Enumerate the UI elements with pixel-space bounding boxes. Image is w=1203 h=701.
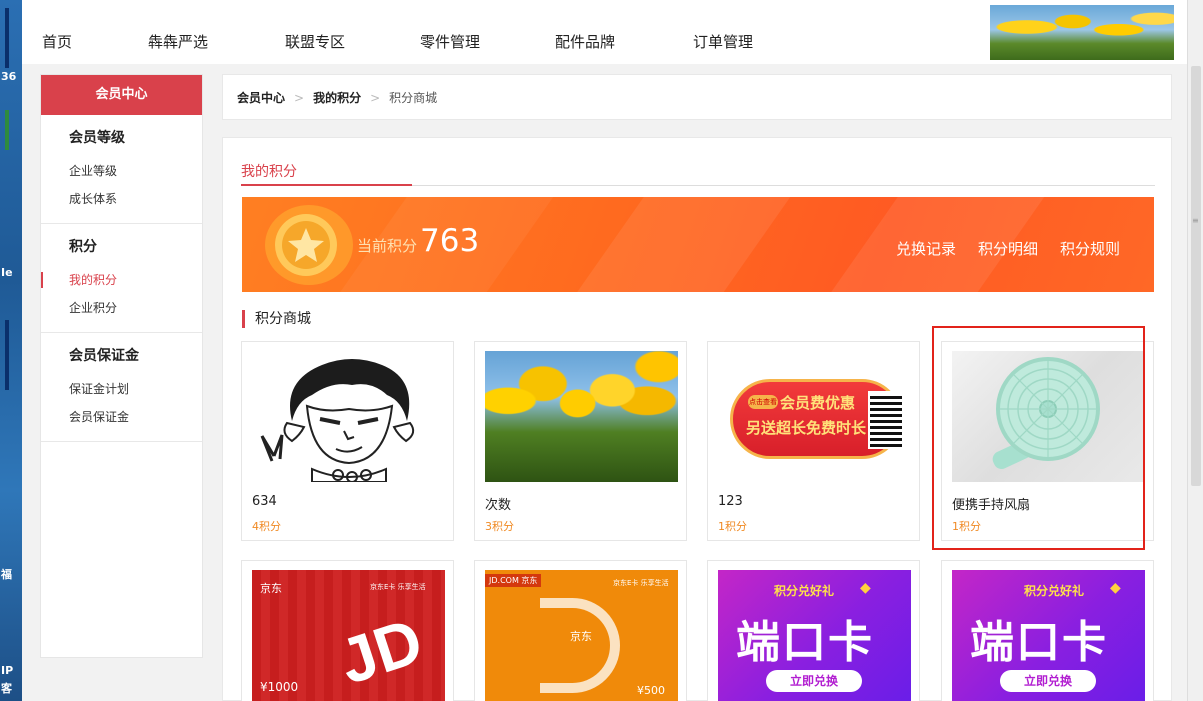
nav-benben-selection[interactable]: 犇犇严选	[148, 31, 208, 52]
breadcrumb: 会员中心 > 我的积分 > 积分商城	[222, 74, 1172, 120]
product-card[interactable]: 次数 3积分	[474, 341, 687, 541]
coupon-line-2: 另送超长免费时长	[746, 419, 867, 437]
jd-card-corner: 京东E卡 乐享生活	[370, 583, 426, 591]
product-card[interactable]: 积分兑好礼 ◆ 端口卡 立即兑换	[941, 560, 1154, 701]
sidebar-header: 会员中心	[41, 75, 202, 115]
cartoon-boy-image	[260, 359, 415, 482]
nav-parts-management[interactable]: 零件管理	[420, 31, 480, 52]
port-card-button: 立即兑换	[766, 670, 862, 692]
nav-alliance-zone[interactable]: 联盟专区	[285, 31, 345, 52]
sidebar-item-growth-system[interactable]: 成长体系	[41, 185, 202, 213]
product-image-port-card: 积分兑好礼 ◆ 端口卡 立即兑换	[718, 570, 911, 701]
jd-card-corner: 京东E卡 乐享生活	[613, 579, 669, 587]
desktop-icon-label: 36	[1, 70, 17, 83]
desktop-icon-label: IP	[1, 664, 14, 677]
breadcrumb-separator-icon: >	[294, 91, 305, 105]
sidebar-group-member-level: 会员等级 企业等级 成长体系	[41, 115, 202, 224]
diamond-icon: ◆	[1110, 580, 1121, 596]
scrollbar-grip-icon: ≡	[1192, 216, 1199, 225]
port-card-main: 端口卡	[736, 617, 874, 668]
product-card[interactable]: 634 4积分	[241, 341, 454, 541]
sidebar-item-member-deposit[interactable]: 会员保证金	[41, 403, 202, 431]
product-points-price: 1积分	[718, 520, 747, 533]
product-image-coupon: 点击查看 会员费优惠 另送超长免费时长	[718, 351, 911, 482]
desktop-icon-label: 福	[1, 568, 12, 581]
nav-home[interactable]: 首页	[42, 31, 72, 52]
points-mall-title: 积分商城	[242, 310, 311, 328]
sidebar-item-deposit-plan[interactable]: 保证金计划	[41, 375, 202, 403]
nav-accessory-brands[interactable]: 配件品牌	[555, 31, 615, 52]
qr-code-icon	[868, 391, 904, 449]
jd-d-shape	[540, 598, 620, 693]
product-image-jd-red-card: 京东 京东E卡 乐享生活 JD ¥1000	[252, 570, 445, 701]
sidebar-group-title: 会员保证金	[69, 348, 139, 364]
tab-my-points[interactable]: 我的积分	[241, 161, 412, 186]
breadcrumb-member-center[interactable]: 会员中心	[237, 91, 285, 105]
product-name: 次数	[485, 498, 512, 513]
product-card[interactable]: 京东 京东E卡 乐享生活 JD ¥1000	[241, 560, 454, 701]
sidebar-group-title: 会员等级	[69, 130, 125, 146]
port-card-top: 积分兑好礼	[774, 584, 835, 598]
product-image-jd-orange-card: JD.COM 京东 京东E卡 乐享生活 京东 ¥500	[485, 570, 678, 701]
desktop-icon-label: 客	[1, 682, 12, 695]
port-card-top: 积分兑好礼	[1024, 584, 1085, 598]
medal-star-icon	[265, 205, 353, 285]
product-image-cartoon	[252, 351, 445, 482]
handheld-fan-image	[992, 357, 1100, 469]
jd-card-center-text: 京东	[570, 630, 592, 643]
breadcrumb-points-mall: 积分商城	[389, 91, 438, 105]
product-card[interactable]: 点击查看 会员费优惠 另送超长免费时长 123 1积分	[707, 341, 920, 541]
product-image-port-card: 积分兑好礼 ◆ 端口卡 立即兑换	[952, 570, 1145, 701]
tab-bar: 我的积分	[241, 161, 1155, 186]
coupon-tag: 点击查看	[748, 395, 778, 409]
header-tulip-banner	[990, 5, 1174, 60]
taskbar-segment	[5, 320, 9, 390]
points-banner: 当前积分 763 兑换记录 积分明细 积分规则	[242, 197, 1154, 292]
product-name: 123	[718, 494, 743, 509]
product-points-price: 1积分	[952, 520, 981, 533]
port-card-button: 立即兑换	[1000, 670, 1096, 692]
current-points-label: 当前积分	[357, 237, 418, 255]
member-sidebar: 会员中心 会员等级 企业等级 成长体系 积分 我的积分 企业积分 会员保证金 保…	[40, 74, 203, 658]
jd-card-brand: JD.COM 京东	[485, 574, 542, 587]
coupon-line-1: 会员费优惠	[780, 394, 856, 412]
diamond-icon: ◆	[860, 580, 871, 596]
product-name: 便携手持风扇	[952, 498, 1031, 513]
taskbar-segment	[5, 110, 9, 150]
sidebar-item-my-points[interactable]: 我的积分	[41, 266, 202, 294]
sidebar-item-enterprise-points[interactable]: 企业积分	[41, 294, 202, 322]
sidebar-item-enterprise-level[interactable]: 企业等级	[41, 157, 202, 185]
jd-card-amount: ¥500	[637, 684, 665, 697]
jd-card-amount: ¥1000	[260, 680, 299, 694]
product-name: 634	[252, 494, 277, 509]
product-card[interactable]: 便携手持风扇 1积分	[941, 341, 1154, 541]
breadcrumb-my-points[interactable]: 我的积分	[313, 91, 361, 105]
product-points-price: 3积分	[485, 520, 514, 533]
sidebar-group-points: 积分 我的积分 企业积分	[41, 224, 202, 333]
jd-logo-letters: JD	[330, 604, 431, 698]
product-image-tulips	[485, 351, 678, 482]
product-card[interactable]: JD.COM 京东 京东E卡 乐享生活 京东 ¥500	[474, 560, 687, 701]
product-image-fan	[952, 351, 1145, 482]
product-card[interactable]: 积分兑好礼 ◆ 端口卡 立即兑换	[707, 560, 920, 701]
sidebar-group-deposit: 会员保证金 保证金计划 会员保证金	[41, 333, 202, 442]
product-points-price: 4积分	[252, 520, 281, 533]
current-points-value: 763	[420, 223, 480, 259]
taskbar-segment	[5, 8, 9, 68]
scrollbar-thumb[interactable]	[1191, 66, 1201, 486]
sidebar-group-title: 积分	[69, 239, 97, 255]
jd-card-brand: 京东	[260, 582, 282, 595]
top-navigation: 首页 犇犇严选 联盟专区 零件管理 配件品牌 订单管理	[22, 0, 1187, 64]
exchange-records-link[interactable]: 兑换记录	[896, 238, 956, 259]
port-card-main: 端口卡	[970, 617, 1108, 668]
breadcrumb-separator-icon: >	[370, 91, 381, 105]
page-scrollbar[interactable]: ≡	[1187, 0, 1203, 701]
points-details-link[interactable]: 积分明细	[978, 238, 1038, 259]
desktop-strip: 36 Ie 福 IP 客	[0, 0, 22, 701]
points-rules-link[interactable]: 积分规则	[1060, 238, 1120, 259]
nav-order-management[interactable]: 订单管理	[693, 31, 753, 52]
banner-decoration	[558, 197, 806, 292]
desktop-icon-label: Ie	[1, 266, 13, 279]
